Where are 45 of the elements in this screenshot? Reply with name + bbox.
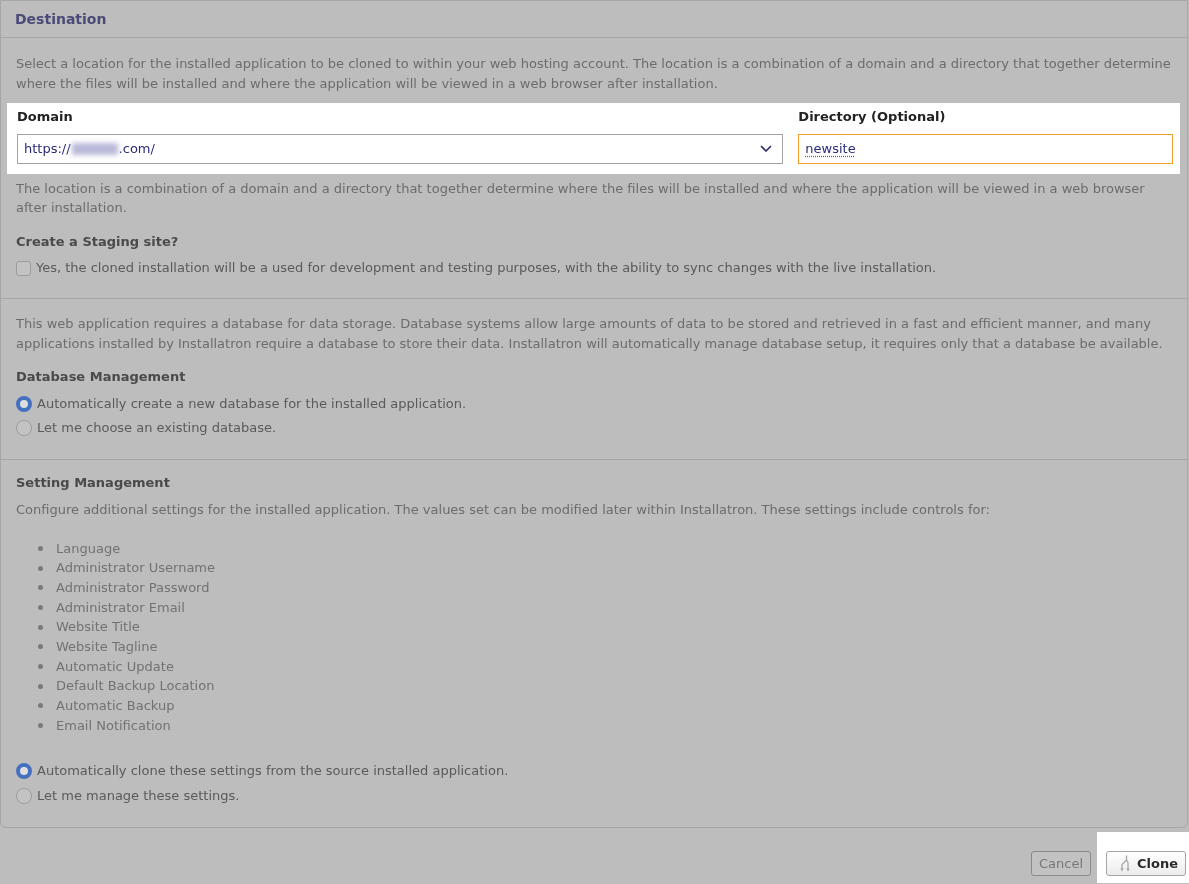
radio-button[interactable]	[16, 420, 32, 436]
radio-label: Let me manage these settings.	[37, 787, 240, 806]
bullet-icon	[38, 663, 43, 669]
list-item: Website Tagline	[56, 637, 158, 656]
radio-button[interactable]	[16, 396, 32, 412]
radio-button[interactable]	[16, 763, 32, 780]
list-item: Administrator Email	[56, 598, 185, 617]
list-item: Language	[56, 539, 121, 558]
branch-arrows-icon	[1119, 855, 1130, 873]
list-item: Automatic Backup	[56, 696, 175, 715]
list-item: Administrator Password	[56, 578, 210, 597]
list-item: Website Title	[56, 618, 140, 637]
list-item: Email Notification	[56, 716, 171, 735]
database-heading: Database Management	[16, 368, 187, 386]
intro-text: Select a location for the installed application to be cloned to within your web hosting account. The location is a combination of a domain and a directory that together determine where the files will be installed and where the application will be viewed in a web browser after installation.	[16, 55, 1172, 93]
database-description: This web application requires a database for data storage. Database systems allow large amounts of data to be stored and retrieved in a fast and efficient manner, and many applications installed by Installatron require a database to store their data. Installatron will automatically manage database setup, it requires only that a database be available.	[16, 315, 1164, 353]
location-note: The location is a combination of a domain and a directory that together determine where the files will be installed and where the application will be viewed in a web browser after installation.	[16, 179, 1146, 217]
bullet-icon	[38, 565, 43, 571]
checkbox-label: Yes, the cloned installation will be a used for development and testing purposes, with the ability to sync changes with the live installation.	[36, 259, 937, 277]
panel-title: Destination	[15, 11, 107, 27]
settings-description: Configure additional settings for the installed application. The values set can be modified later within Installatron. These settings include controls for:	[16, 501, 991, 519]
radio-label: Let me choose an existing database.	[37, 419, 277, 437]
directory-label: Directory (Optional)	[798, 107, 947, 126]
checkbox[interactable]	[16, 260, 31, 276]
bullet-icon	[38, 703, 43, 709]
bullet-icon	[38, 604, 43, 610]
bullet-icon	[38, 644, 43, 650]
radio-label: Automatically clone these settings from the source installed application.	[37, 762, 509, 781]
domain-select[interactable]: https:// .com/	[17, 133, 784, 164]
bullet-icon	[38, 722, 43, 728]
bullet-icon	[38, 545, 43, 551]
staging-heading: Create a Staging site?	[16, 233, 180, 251]
radio-button[interactable]	[16, 788, 32, 805]
radio-label: Automatically create a new database for the installed application.	[37, 395, 467, 413]
clone-button[interactable]: Clone	[1106, 851, 1186, 877]
bullet-icon	[38, 585, 43, 591]
list-item: Default Backup Location	[56, 677, 215, 696]
list-item: Automatic Update	[56, 657, 174, 676]
directory-input[interactable]: newsite	[798, 133, 1173, 164]
domain-label: Domain	[17, 107, 74, 126]
list-item: Administrator Username	[56, 559, 216, 578]
bullet-icon	[38, 683, 43, 689]
bullet-icon	[38, 624, 43, 630]
settings-heading: Setting Management	[16, 474, 171, 492]
chevron-down-icon	[760, 145, 773, 152]
